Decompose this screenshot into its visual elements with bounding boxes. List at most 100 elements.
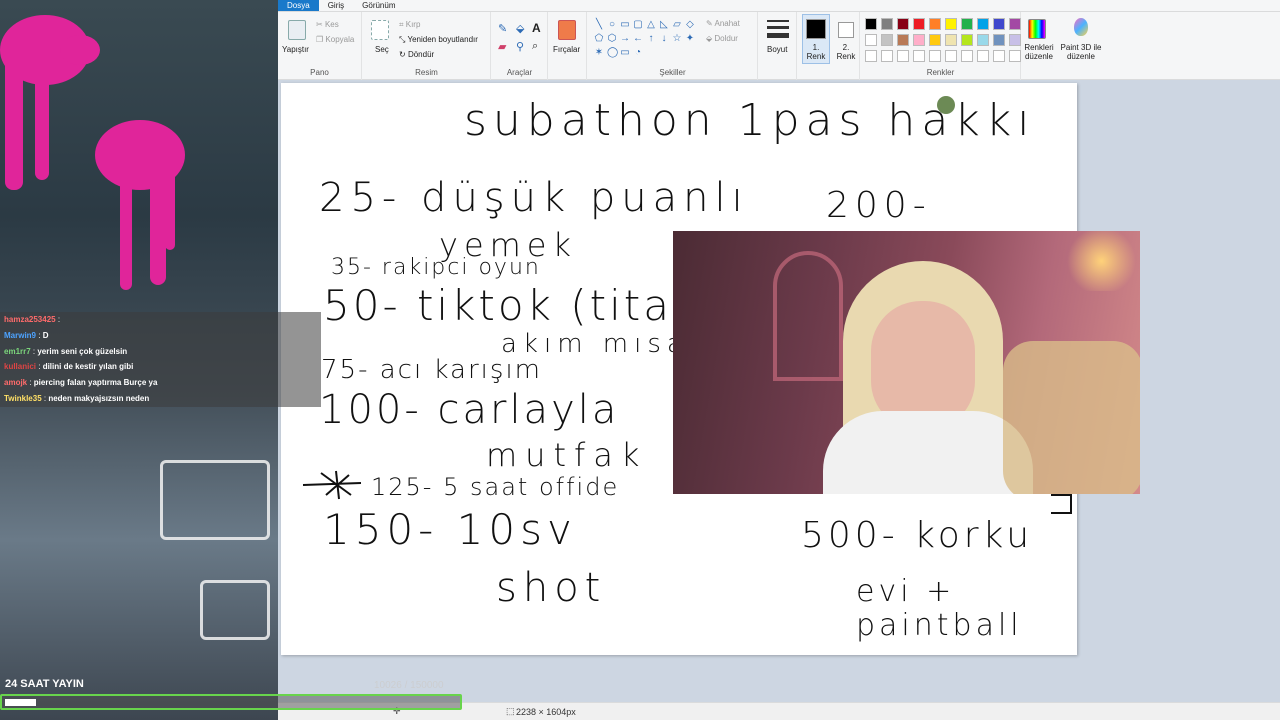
shape-option-icon[interactable]: ↑: [646, 34, 656, 44]
palette-swatch[interactable]: [945, 34, 957, 46]
outline-button[interactable]: ✎ Anahat: [706, 19, 740, 28]
fill-shape-button[interactable]: ⬙ Doldur: [706, 34, 738, 43]
chat-username: kullanici: [4, 362, 37, 372]
color-picker-icon[interactable]: ⚲: [516, 40, 524, 53]
palette-swatch[interactable]: [977, 18, 989, 30]
ribbon: Yapıştır ✂ Kes ❐ Kopyala Pano Seç ⌗ Kırp…: [278, 12, 1280, 80]
shape-option-icon[interactable]: △: [646, 20, 656, 30]
palette-swatch-empty[interactable]: [897, 50, 909, 62]
brush-icon[interactable]: [558, 20, 576, 40]
eraser-icon[interactable]: ▰: [498, 40, 506, 53]
tab-dosya[interactable]: Dosya: [278, 0, 319, 11]
palette-swatch[interactable]: [881, 34, 893, 46]
palette-swatch-empty[interactable]: [913, 50, 925, 62]
palette-swatch-empty[interactable]: [929, 50, 941, 62]
webcam-feed: [673, 231, 1140, 494]
chat-text: D: [42, 330, 49, 340]
size-button[interactable]: Boyut: [767, 45, 787, 54]
shape-option-icon[interactable]: ○: [607, 20, 617, 30]
palette-swatch[interactable]: [897, 34, 909, 46]
group-label-pano: Pano: [310, 68, 329, 77]
shape-option-icon[interactable]: ⬡: [607, 34, 617, 44]
palette-swatch[interactable]: [993, 34, 1005, 46]
left-item: 35- rakipci oyun: [331, 255, 541, 280]
cut-button[interactable]: ✂ Kes: [316, 20, 339, 29]
shape-option-icon[interactable]: ╲: [594, 20, 604, 30]
color1-swatch[interactable]: [806, 19, 826, 39]
palette-swatch[interactable]: [865, 34, 877, 46]
chat-username: amojk: [4, 378, 28, 388]
text-icon[interactable]: A: [532, 21, 541, 35]
copy-button[interactable]: ❐ Kopyala: [316, 35, 354, 44]
palette-swatch[interactable]: [865, 18, 877, 30]
palette-swatch[interactable]: [1009, 18, 1021, 30]
left-item: 75- acı karışım: [321, 355, 542, 385]
palette-swatch[interactable]: [993, 18, 1005, 30]
left-item: shot: [496, 565, 607, 611]
palette-swatch-empty[interactable]: [961, 50, 973, 62]
select-button[interactable]: Seç: [375, 45, 389, 54]
palette-swatch[interactable]: [977, 34, 989, 46]
shape-option-icon[interactable]: ▭: [620, 48, 630, 58]
palette-swatch[interactable]: [929, 34, 941, 46]
crop-button[interactable]: ⌗ Kırp: [399, 20, 420, 30]
paste-button[interactable]: Yapıştır: [282, 45, 309, 54]
bracket-mark: [1051, 494, 1072, 514]
fairy-lights: [1063, 231, 1140, 291]
chat-username: Marwin9: [4, 330, 37, 340]
chat-separator: :: [27, 378, 34, 388]
palette-swatch[interactable]: [897, 18, 909, 30]
fill-icon[interactable]: ⬙: [516, 22, 524, 35]
shape-option-icon[interactable]: ▱: [672, 20, 682, 30]
pencil-icon[interactable]: ✎: [498, 22, 507, 35]
shape-option-icon[interactable]: ✶: [594, 48, 604, 58]
shape-option-icon[interactable]: ◔: [633, 48, 643, 58]
selection-size-icon: ⬚: [506, 706, 515, 716]
palette-swatch[interactable]: [945, 18, 957, 30]
paint3d-button[interactable]: Paint 3D ile düzenle: [1058, 43, 1104, 61]
rotate-icon: ↻: [399, 50, 408, 59]
shape-option-icon[interactable]: ▭: [620, 20, 630, 30]
group-renkler: Renkler: [861, 12, 1021, 80]
palette-swatch[interactable]: [913, 18, 925, 30]
shape-option-icon[interactable]: ▢: [633, 20, 643, 30]
chat-message: kullanici : dilini de kestir yılan gibi: [0, 359, 321, 376]
shape-option-icon[interactable]: ☆: [672, 34, 682, 44]
shape-option-icon[interactable]: ⬠: [594, 34, 604, 44]
shape-option-icon[interactable]: ←: [633, 34, 643, 44]
shape-option-icon[interactable]: ✦: [685, 34, 695, 44]
palette-swatch[interactable]: [929, 18, 941, 30]
rotate-button[interactable]: ↻ Döndür: [399, 50, 434, 59]
group-boyut[interactable]: Boyut: [759, 12, 797, 80]
shape-option-icon[interactable]: ↓: [659, 34, 669, 44]
palette-swatch[interactable]: [913, 34, 925, 46]
group-label-araclar: Araçlar: [506, 68, 533, 77]
group-paint3d[interactable]: Paint 3D ile düzenle: [1058, 12, 1104, 80]
shape-option-icon[interactable]: ◯: [607, 48, 618, 58]
palette-swatch-empty[interactable]: [881, 50, 893, 62]
select-icon[interactable]: [371, 20, 389, 40]
bed-blanket: [1003, 341, 1140, 494]
palette-swatch[interactable]: [961, 18, 973, 30]
resize-button[interactable]: ⤡ Yeniden boyutlandır: [399, 35, 478, 45]
tab-giris[interactable]: Giriş: [319, 0, 353, 11]
palette-swatch-empty[interactable]: [993, 50, 1005, 62]
magnifier-icon[interactable]: ⌕: [532, 40, 538, 53]
palette-swatch[interactable]: [881, 18, 893, 30]
edit-colors-button[interactable]: Renkleri düzenle: [1020, 43, 1058, 61]
palette-swatch[interactable]: [961, 34, 973, 46]
palette-swatch-empty[interactable]: [945, 50, 957, 62]
brushes-button[interactable]: Fırçalar: [553, 45, 580, 54]
shape-option-icon[interactable]: →: [620, 34, 630, 44]
group-edit-colors[interactable]: Renkleri düzenle: [1022, 12, 1056, 80]
group-fircalar[interactable]: Fırçalar: [549, 12, 587, 80]
group-label-renkler: Renkler: [926, 68, 955, 77]
shape-option-icon[interactable]: ◇: [685, 20, 695, 30]
palette-swatch-empty[interactable]: [865, 50, 877, 62]
chat-overlay: hamza253425 : Marwin9 : Dem1rr7 : yerim …: [0, 312, 321, 407]
palette-swatch-empty[interactable]: [977, 50, 989, 62]
color2-swatch[interactable]: [838, 22, 854, 38]
shape-option-icon[interactable]: ◺: [659, 20, 669, 30]
tab-gorunum[interactable]: Görünüm: [353, 0, 404, 11]
paste-icon[interactable]: [288, 20, 306, 40]
